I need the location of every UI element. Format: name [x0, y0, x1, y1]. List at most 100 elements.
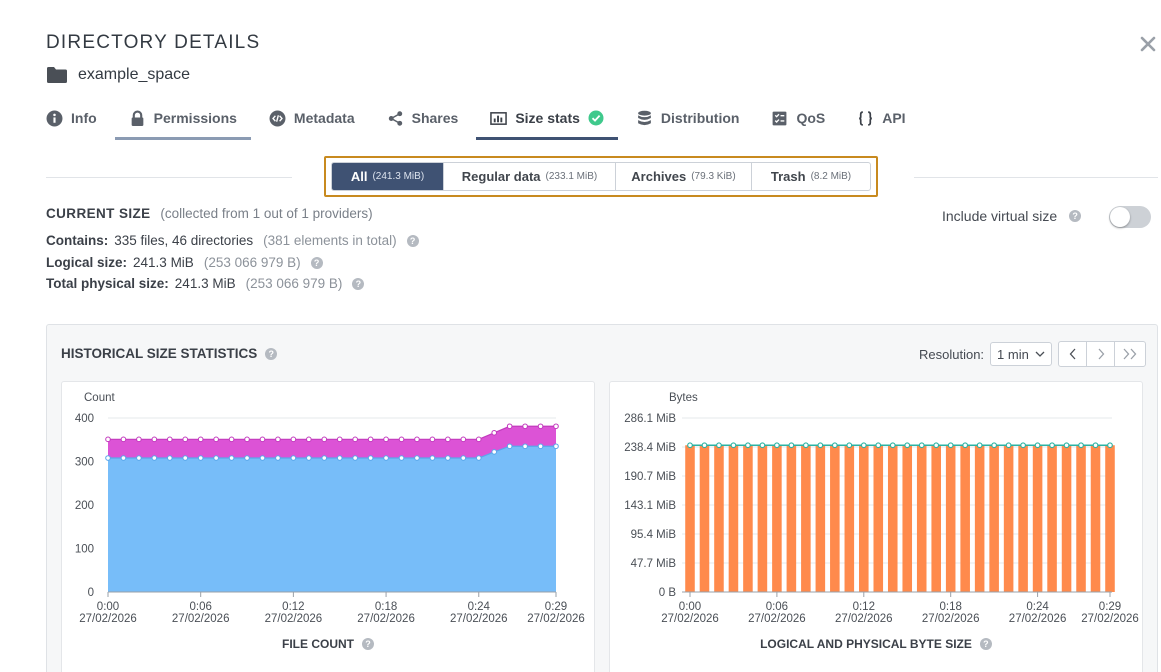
panel-title-text: HISTORICAL SIZE STATISTICS [61, 346, 258, 361]
logical-size-bar [974, 445, 985, 592]
physical-size-point [701, 442, 708, 449]
directories-point [306, 436, 312, 443]
help-icon[interactable]: ? [362, 638, 374, 650]
historical-stats-title: HISTORICAL SIZE STATISTICS ? [61, 346, 278, 361]
directories-point [553, 423, 559, 430]
files-point [491, 449, 498, 455]
directories-point [522, 423, 528, 430]
logical-size-bar [685, 445, 695, 592]
close-button[interactable] [1138, 34, 1158, 54]
physical-size-row: Total physical size: 241.3 MiB (253 066 … [46, 276, 365, 291]
physical-size-point [918, 442, 925, 449]
logical-size-bar [1003, 445, 1014, 592]
directories-point [398, 436, 405, 443]
tab-api[interactable]: API [843, 100, 919, 136]
files-point [398, 455, 405, 461]
logical-size-bar [1105, 445, 1115, 592]
next-page-button[interactable] [1087, 342, 1115, 366]
virtual-size-label: Include virtual size [942, 208, 1058, 224]
virtual-size-option: Include virtual size ? [942, 208, 1082, 224]
chevron-left-icon [1069, 348, 1075, 360]
directories-point [491, 429, 498, 436]
x-tick-date-label: 27/02/2026 [79, 613, 137, 625]
files-point [306, 455, 312, 461]
help-icon[interactable]: ? [406, 234, 419, 247]
chevron-down-icon [1035, 351, 1045, 357]
tab-shares[interactable]: Shares [373, 100, 473, 136]
filter-label: All [350, 169, 368, 184]
close-icon [1140, 36, 1156, 52]
x-tick-date-label: 27/02/2026 [661, 613, 719, 625]
tab-info[interactable]: Info [46, 100, 111, 136]
files-point [166, 455, 173, 461]
resolution-value: 1 min [997, 346, 1029, 362]
physical-size-point [1020, 442, 1026, 449]
tab-qos[interactable]: QoS [757, 100, 839, 136]
tab-bar: Info Permissions Metadata Shares Size st… [46, 100, 920, 142]
filter-regular-data-button[interactable]: Regular data (233.1 MiB) [444, 163, 616, 190]
tab-permissions[interactable]: Permissions [114, 100, 252, 140]
files-area [108, 446, 556, 592]
directories-point [445, 436, 451, 443]
files-point [321, 455, 328, 461]
code-icon [269, 110, 286, 126]
files-point [259, 455, 266, 461]
physical-size-point [1092, 442, 1099, 449]
x-tick-label: 0:12 [853, 601, 875, 613]
files-point [244, 455, 250, 461]
files-point [275, 455, 281, 461]
tab-size-stats[interactable]: Size stats [476, 100, 618, 140]
logical-size-bar [989, 445, 999, 592]
help-icon[interactable]: ? [352, 277, 365, 290]
physical-size-point [1034, 442, 1041, 449]
directories-point [244, 436, 250, 443]
x-tick-label: 0:18 [939, 601, 961, 613]
directories-point [259, 436, 266, 443]
physical-size-point [1049, 442, 1055, 449]
directories-point [151, 436, 158, 443]
help-icon[interactable]: ? [265, 347, 278, 360]
filter-trash-button[interactable]: Trash (8.2 MiB) [752, 163, 870, 190]
virtual-size-toggle[interactable] [1109, 206, 1151, 228]
physical-size-point [889, 442, 896, 449]
y-tick-label: 300 [75, 457, 94, 469]
y-tick-label: 238.4 MiB [624, 442, 676, 454]
physical-size-point [846, 442, 853, 449]
logical-size-bar [873, 445, 884, 592]
historical-stats-panel: HISTORICAL SIZE STATISTICS ? Resolution:… [46, 324, 1158, 672]
directory-row: example_space [46, 66, 190, 84]
last-page-button[interactable] [1115, 342, 1145, 366]
contains-row: Contains: 335 files, 46 directories (381… [46, 233, 419, 248]
filter-archives-button[interactable]: Archives (79.3 KiB) [616, 163, 752, 190]
directories-point [213, 436, 219, 443]
files-point [228, 455, 235, 461]
help-icon[interactable]: ? [1069, 210, 1082, 222]
help-icon[interactable]: ? [979, 638, 992, 650]
logical-size-bar [830, 445, 840, 592]
physical-size-point [803, 442, 809, 449]
tab-distribution[interactable]: Distribution [622, 100, 754, 136]
filter-size: (241.3 MiB) [372, 171, 425, 182]
x-tick-label: 0:29 [1099, 601, 1121, 613]
y-tick-label: 190.7 MiB [624, 471, 676, 483]
files-point [182, 455, 189, 461]
resolution-select[interactable]: 1 min [990, 342, 1052, 366]
x-tick-label: 0:24 [1026, 601, 1049, 613]
y-axis-title: Bytes [669, 392, 698, 404]
tab-metadata[interactable]: Metadata [255, 100, 369, 136]
directories-point [105, 436, 111, 443]
tab-label: QoS [796, 110, 826, 126]
prev-page-button[interactable] [1059, 342, 1087, 366]
divider-right [914, 177, 1158, 178]
time-pager [1058, 341, 1146, 367]
share-icon [388, 110, 402, 126]
contains-value: 335 files, 46 directories [114, 233, 254, 248]
tab-label: Shares [411, 110, 459, 126]
tab-label: Size stats [515, 110, 580, 126]
help-icon[interactable]: ? [310, 256, 323, 269]
directories-point [275, 436, 281, 443]
filter-all-button[interactable]: All (241.3 MiB) [332, 163, 444, 190]
logical-size-bar [916, 445, 927, 592]
files-point [475, 455, 482, 461]
y-tick-label: 200 [75, 500, 94, 512]
